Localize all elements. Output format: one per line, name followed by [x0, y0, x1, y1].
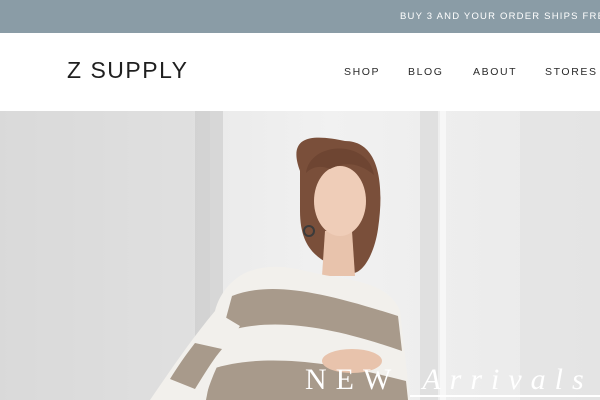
hero-photo [0, 111, 600, 400]
hero-caption-arrivals: Arrivals [422, 363, 593, 396]
hero-caption: NEW Arrivals [305, 363, 593, 397]
hero-divider [410, 395, 600, 397]
nav-blog[interactable]: BLOG [408, 66, 444, 78]
promo-text: BUY 3 AND YOUR ORDER SHIPS FREE [400, 11, 600, 22]
promo-banner: BUY 3 AND YOUR ORDER SHIPS FREE [0, 0, 600, 33]
hero-caption-new: NEW [305, 363, 401, 396]
site-header: Z SUPPLY SHOP BLOG ABOUT STORES [0, 33, 600, 111]
hero-banner[interactable]: NEW Arrivals [0, 111, 600, 400]
nav-shop[interactable]: SHOP [344, 66, 380, 78]
nav-stores[interactable]: STORES [545, 66, 598, 78]
nav-about[interactable]: ABOUT [473, 66, 517, 78]
main-nav: SHOP BLOG ABOUT STORES [0, 66, 600, 80]
